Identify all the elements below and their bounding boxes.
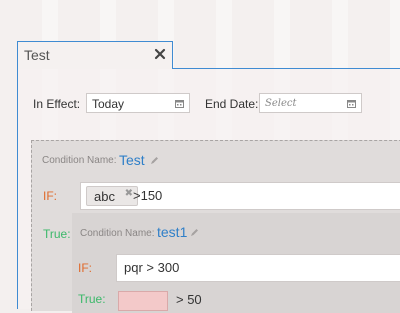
- condition-name-label: Condition Name:: [42, 155, 117, 166]
- token-label: abc: [94, 189, 115, 204]
- in-effect-label: In Effect:: [33, 97, 81, 111]
- in-effect-date-field[interactable]: Today: [86, 93, 190, 113]
- end-date-field[interactable]: Select: [259, 93, 362, 113]
- true-label: True:: [43, 227, 71, 241]
- nested-if-label: IF:: [78, 261, 92, 275]
- if-label: IF:: [43, 189, 57, 203]
- tab-title: Test: [24, 47, 50, 63]
- calendar-icon[interactable]: [347, 99, 356, 108]
- expression-text: >150: [133, 188, 163, 203]
- condition-expression-field[interactable]: abc ✖ >150: [80, 182, 400, 210]
- end-date-label: End Date:: [205, 97, 259, 111]
- nested-token-chip[interactable]: [118, 291, 168, 311]
- nested-expression-field[interactable]: pqr > 300: [116, 254, 400, 282]
- remove-token-icon[interactable]: ✖: [125, 187, 133, 201]
- tab-test[interactable]: Test: [17, 41, 173, 69]
- pencil-icon[interactable]: [190, 228, 199, 237]
- in-effect-value: Today: [92, 97, 125, 111]
- condition-name[interactable]: Test: [119, 152, 145, 168]
- token-chip[interactable]: abc ✖: [86, 186, 138, 206]
- nested-true-label: True:: [78, 292, 106, 306]
- end-date-placeholder: Select: [265, 98, 297, 109]
- pencil-icon[interactable]: [150, 156, 159, 165]
- nested-expression-text: pqr > 300: [124, 260, 180, 275]
- close-icon[interactable]: [154, 48, 166, 60]
- nested-condition-name[interactable]: test1: [157, 224, 187, 240]
- nested-condition-name-label: Condition Name:: [80, 228, 155, 239]
- calendar-icon[interactable]: [175, 99, 184, 108]
